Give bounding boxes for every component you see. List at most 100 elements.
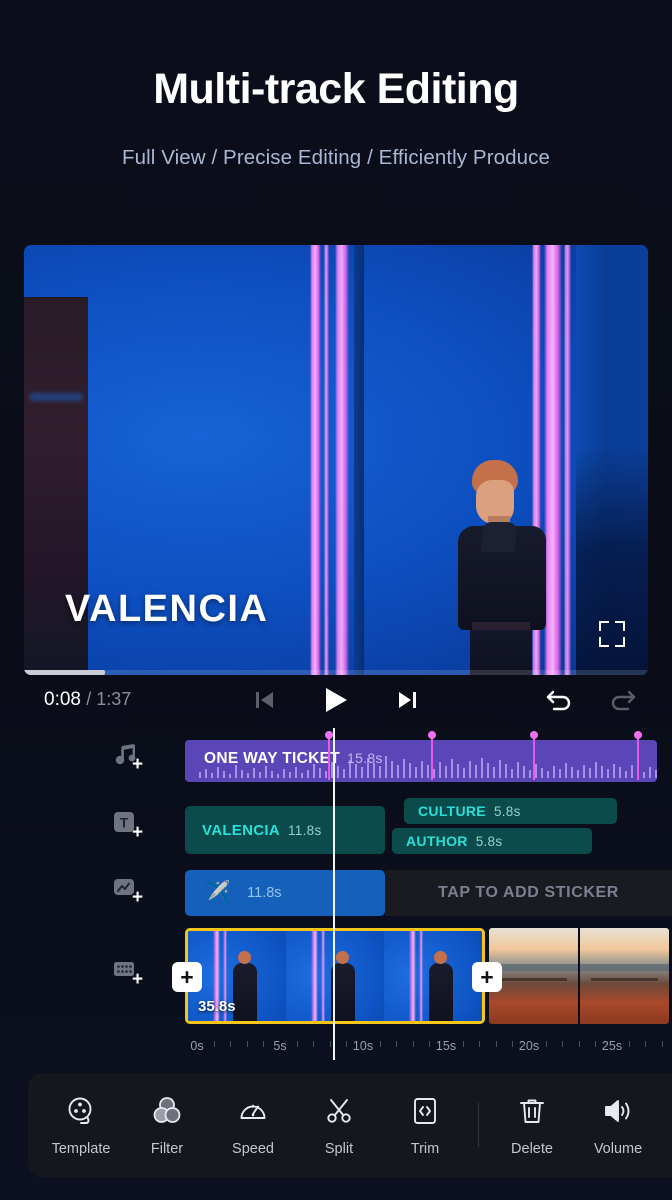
beat-marker[interactable] — [634, 731, 642, 780]
add-text-icon[interactable]: T + — [110, 806, 156, 852]
tool-split[interactable]: Split — [296, 1094, 382, 1157]
scene-person — [442, 460, 574, 675]
time-display: 0:08 / 1:37 — [44, 689, 131, 711]
ruler-tick — [578, 1041, 580, 1047]
ruler-tick — [246, 1041, 248, 1047]
redo-icon[interactable] — [608, 687, 638, 713]
video-clip-next[interactable] — [489, 928, 669, 1024]
ruler-tick — [462, 1041, 464, 1047]
beat-marker[interactable] — [428, 731, 436, 780]
text-clip[interactable]: VALENCIA 11.8s — [185, 806, 385, 854]
skip-previous-icon[interactable] — [254, 688, 276, 712]
transition-button-right[interactable]: + — [472, 962, 502, 992]
bottom-toolbar: Template Filter Speed Split Trim Delete … — [28, 1073, 672, 1177]
video-thumbnail — [580, 928, 669, 1024]
text-clip-duration: 5.8s — [475, 833, 503, 849]
beat-marker[interactable] — [530, 731, 538, 780]
transition-button-left[interactable]: + — [172, 962, 202, 992]
add-sticker-icon[interactable]: + — [110, 871, 156, 917]
skip-next-icon[interactable] — [396, 688, 418, 712]
tool-volume[interactable]: Volume — [575, 1094, 661, 1157]
tool-delete[interactable]: Delete — [489, 1094, 575, 1157]
transport-controls — [226, 685, 446, 715]
speaker-icon — [602, 1094, 634, 1128]
text-clip[interactable]: CULTURE 5.8s — [404, 798, 617, 824]
add-video-icon[interactable]: + — [110, 953, 156, 999]
sticker-clip-duration: 11.8s — [247, 885, 282, 901]
page-title: Multi-track Editing — [153, 65, 519, 113]
tool-filter[interactable]: Filter — [124, 1094, 210, 1157]
video-preview[interactable]: VALENCIA — [24, 245, 648, 675]
track-row-video: + 35.8s + + — [0, 926, 672, 1026]
text-clip-duration: 5.8s — [493, 803, 521, 819]
add-sticker-placeholder[interactable]: TAP TO ADD STICKER — [385, 870, 672, 916]
ruler-tick — [230, 1041, 232, 1047]
ruler-tick — [545, 1041, 547, 1047]
audio-clip[interactable]: ONE WAY TICKET 15.8s — [185, 740, 657, 782]
filter-circles-icon — [151, 1094, 183, 1128]
add-music-icon[interactable]: + — [110, 738, 156, 784]
playhead[interactable] — [333, 728, 335, 1060]
audio-clip-label: ONE WAY TICKET 15.8s — [204, 750, 383, 767]
ruler-label: 10s — [352, 1039, 374, 1053]
sticker-clip[interactable]: ✈️ 11.8s — [185, 870, 385, 916]
text-clip-label: VALENCIA — [202, 821, 280, 839]
tool-label: Split — [324, 1140, 354, 1157]
neon-strip — [335, 245, 349, 675]
audio-lane: ONE WAY TICKET 15.8s — [185, 731, 672, 788]
ruler-tick — [429, 1041, 431, 1047]
video-thumbnail — [286, 931, 384, 1021]
timeline-ruler[interactable]: 0s 5s 10s 15s 20s 25s — [185, 1034, 672, 1060]
tool-label: Delete — [511, 1140, 553, 1157]
track-row-sticker: + ✈️ 11.8s TAP TO ADD STICKER — [0, 866, 672, 922]
ruler-tick — [512, 1041, 514, 1047]
play-icon[interactable] — [322, 685, 350, 715]
neon-strip — [310, 245, 321, 675]
ruler-tick — [263, 1041, 265, 1047]
ruler-label: 15s — [435, 1039, 457, 1053]
film-reel-icon — [65, 1094, 97, 1128]
undo-icon[interactable] — [544, 687, 574, 713]
scissors-icon — [323, 1094, 355, 1128]
ruler-tick — [479, 1041, 481, 1047]
text-clip[interactable]: AUTHOR 5.8s — [392, 828, 592, 854]
tool-label: Trim — [410, 1140, 440, 1157]
text-lane: VALENCIA 11.8s CULTURE 5.8s AUTHOR 5.8s — [185, 798, 672, 860]
beat-marker[interactable] — [325, 731, 333, 780]
speedometer-icon — [237, 1094, 269, 1128]
tool-label: Speed — [232, 1140, 274, 1157]
fullscreen-icon[interactable] — [599, 621, 625, 647]
ruler-tick — [346, 1041, 348, 1047]
video-clip-selected[interactable]: 35.8s — [185, 928, 485, 1024]
toolbar-divider — [478, 1103, 479, 1147]
ruler-tick — [661, 1041, 663, 1047]
tool-trim[interactable]: Trim — [382, 1094, 468, 1157]
ruler-tick — [296, 1041, 298, 1047]
tool-template[interactable]: Template — [38, 1094, 124, 1157]
track-row-audio: + ONE WAY TICKET 15.8s — [0, 731, 672, 788]
ruler-tick — [628, 1041, 630, 1047]
current-time: 0:08 — [44, 689, 81, 710]
ruler-tick — [329, 1041, 331, 1047]
ruler-tick — [495, 1041, 497, 1047]
sticker-lane: ✈️ 11.8s TAP TO ADD STICKER — [185, 866, 672, 922]
ruler-tick — [412, 1041, 414, 1047]
video-thumbnail — [489, 928, 578, 1024]
ruler-tick — [313, 1041, 315, 1047]
audio-clip-duration: 15.8s — [346, 750, 383, 766]
history-controls — [544, 687, 638, 713]
video-thumbnail — [384, 931, 482, 1021]
timeline[interactable]: + ONE WAY TICKET 15.8s T + VALENCIA 11.8… — [0, 728, 672, 1068]
scene-seam — [354, 245, 364, 675]
app-root: Multi-track Editing Full View / Precise … — [0, 0, 672, 1200]
ruler-tick — [595, 1041, 597, 1047]
tool-label: Volume — [593, 1140, 643, 1157]
text-clip-label: AUTHOR — [406, 833, 468, 849]
ruler-tick — [562, 1041, 564, 1047]
header: Multi-track Editing Full View / Precise … — [0, 0, 672, 170]
airplane-icon: ✈️ — [204, 881, 231, 904]
neon-strip — [324, 245, 329, 675]
page-subtitle: Full View / Precise Editing / Efficientl… — [121, 146, 550, 170]
tool-speed[interactable]: Speed — [210, 1094, 296, 1157]
tool-label: Filter — [150, 1140, 184, 1157]
